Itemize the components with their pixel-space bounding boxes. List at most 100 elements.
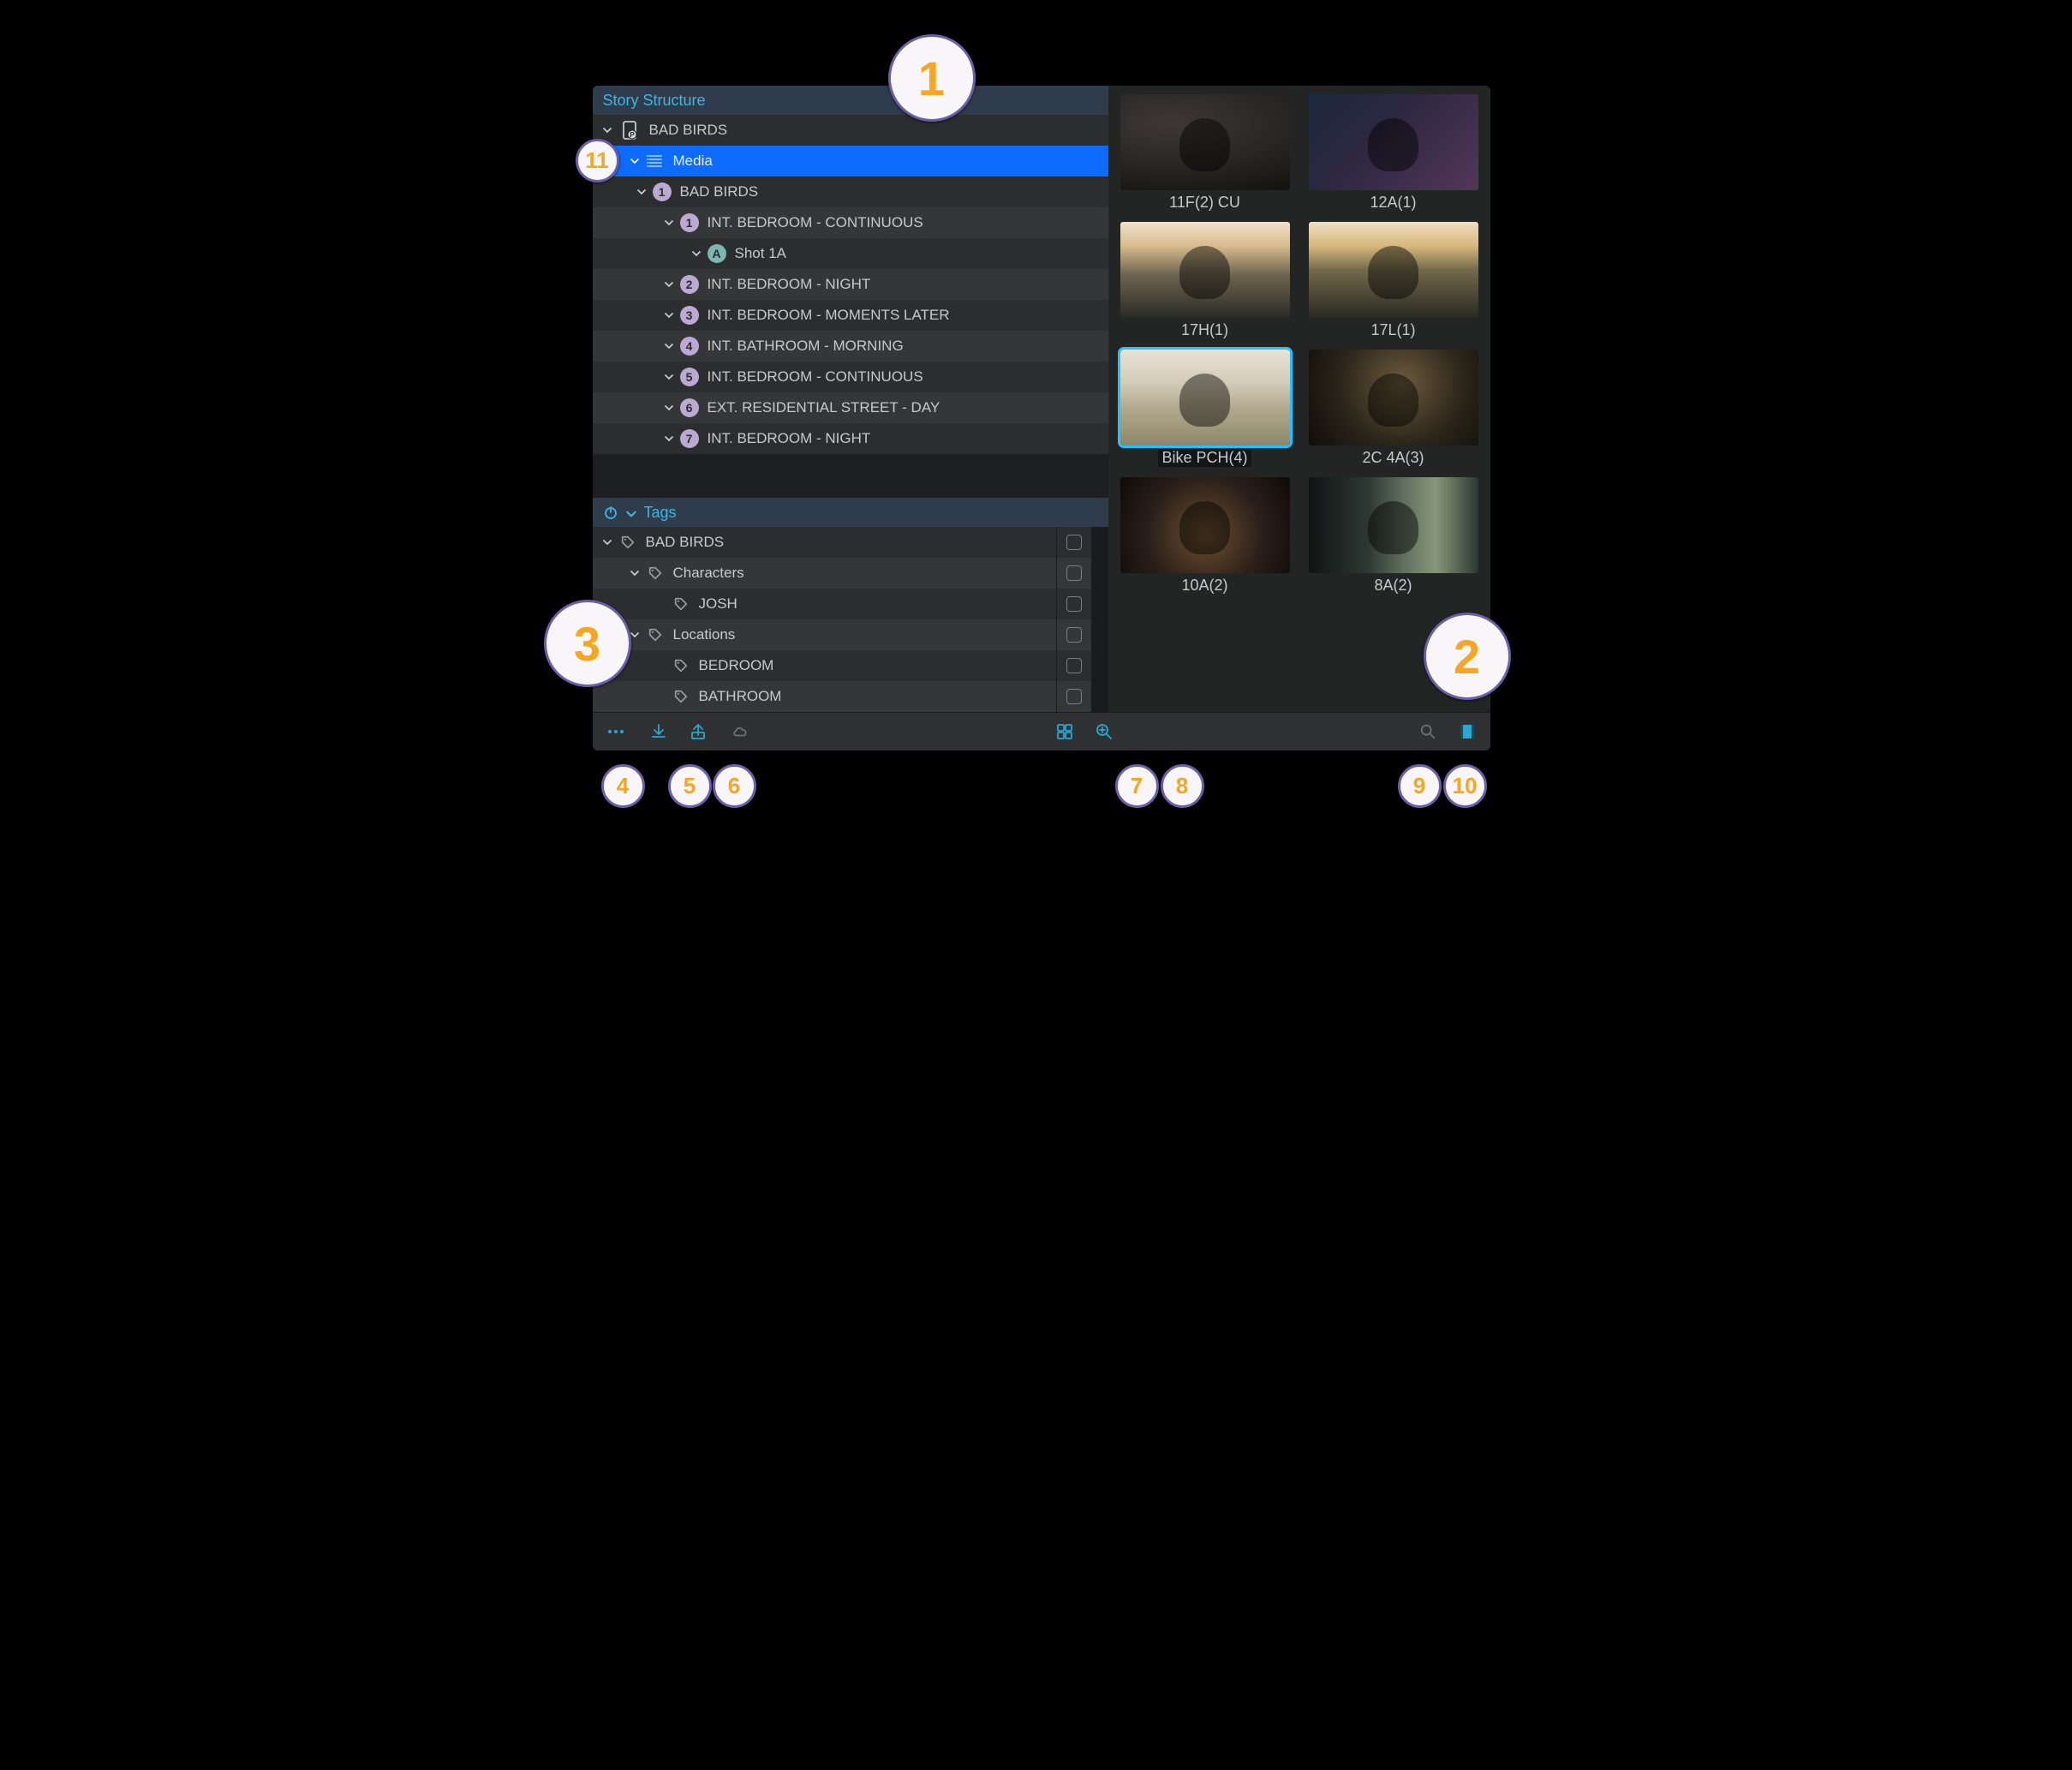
app-window: Story Structure P BAD BIRDS [593, 86, 1490, 750]
filmstrip-button[interactable] [1456, 721, 1478, 743]
tag-icon [646, 564, 665, 583]
tag-checkbox[interactable] [1066, 689, 1082, 704]
chevron-down-icon[interactable] [661, 369, 677, 385]
shot-label: Shot 1A [735, 245, 787, 262]
story-structure-tree: P BAD BIRDS [593, 115, 1108, 454]
shot-badge: A [708, 244, 726, 263]
thumbnail-image [1120, 94, 1290, 190]
scene-badge: 4 [680, 337, 699, 356]
grid-view-button[interactable] [1054, 721, 1076, 743]
callout-marker-4: 4 [601, 764, 645, 808]
thumbnail-item[interactable]: 11F(2) CU [1117, 94, 1293, 212]
thumbnail-name: 2C 4A(3) [1362, 449, 1424, 467]
story-structure-header[interactable]: Story Structure [593, 86, 1108, 115]
thumbnail-image [1309, 222, 1478, 318]
root-label: BAD BIRDS [649, 122, 728, 139]
tree-row-subproject[interactable]: 1 BAD BIRDS [593, 176, 1108, 207]
tags-header[interactable]: Tags [593, 498, 1108, 527]
thumbnail-item[interactable]: 17L(1) [1305, 222, 1482, 339]
thumbnail-item[interactable]: 10A(2) [1117, 477, 1293, 595]
story-structure-pane: Story Structure P BAD BIRDS [593, 86, 1108, 498]
tag-checkbox[interactable] [1066, 596, 1082, 612]
tag-checkbox[interactable] [1066, 565, 1082, 581]
bottom-toolbar [593, 712, 1490, 750]
chevron-down-icon[interactable] [634, 184, 649, 200]
scene-label: INT. BEDROOM - NIGHT [708, 276, 871, 293]
thumbnail-image [1309, 350, 1478, 445]
tag-group-label: Characters [673, 565, 744, 582]
chevron-down-icon[interactable] [627, 153, 642, 169]
zoom-in-button[interactable] [1093, 721, 1115, 743]
tree-row-scene[interactable]: 7 INT. BEDROOM - NIGHT [593, 423, 1108, 454]
chevron-down-icon[interactable] [625, 506, 637, 518]
tree-row-shot[interactable]: A Shot 1A [593, 238, 1108, 269]
tag-checkbox[interactable] [1066, 658, 1082, 673]
thumbnail-image [1120, 222, 1290, 318]
scene-badge: 2 [680, 275, 699, 294]
callout-marker-5: 5 [668, 764, 712, 808]
chevron-down-icon[interactable] [689, 246, 704, 261]
thumbnail-browser: 11F(2) CU 12A(1)17H(1)17L(1) Bike PCH(4) 2C… [1108, 86, 1490, 712]
import-button[interactable] [648, 721, 670, 743]
svg-text:P: P [630, 131, 635, 139]
tag-group-label: Locations [673, 626, 736, 643]
thumbnail-image [1120, 477, 1290, 573]
thumbnail-name: 8A(2) [1374, 577, 1412, 595]
tag-row-root[interactable]: BAD BIRDS [593, 527, 1091, 558]
thumbnail-name: Bike PCH(4) [1158, 449, 1251, 467]
callout-marker-1: 1 [888, 34, 976, 122]
thumbnail-item[interactable]: 17H(1) [1117, 222, 1293, 339]
thumbnail-name: 10A(2) [1181, 577, 1227, 595]
tag-row-group[interactable]: Locations [593, 619, 1091, 650]
tag-row-group[interactable]: Characters [593, 558, 1091, 589]
tag-checkbox[interactable] [1066, 627, 1082, 643]
thumbnail-item[interactable]: 2C 4A(3) [1305, 350, 1482, 467]
chevron-down-icon[interactable] [661, 431, 677, 446]
tag-row-item[interactable]: JOSH [593, 589, 1091, 619]
callout-marker-10: 10 [1443, 764, 1487, 808]
tree-row-scene[interactable]: 2 INT. BEDROOM - NIGHT [593, 269, 1108, 300]
search-button[interactable] [1417, 721, 1439, 743]
tags-pane: Tags BAD BIRDS [593, 498, 1108, 712]
callout-marker-6: 6 [713, 764, 756, 808]
chevron-down-icon[interactable] [600, 123, 615, 138]
more-options-button[interactable] [605, 721, 627, 743]
thumbnail-image [1309, 477, 1478, 573]
tree-row-scene[interactable]: 3 INT. BEDROOM - MOMENTS LATER [593, 300, 1108, 331]
callout-marker-8: 8 [1161, 764, 1204, 808]
scene-badge: 1 [680, 213, 699, 232]
callout-marker-2: 2 [1424, 613, 1511, 700]
chevron-down-icon[interactable] [661, 215, 677, 230]
thumbnail-item[interactable]: 12A(1) [1305, 94, 1482, 212]
thumbnail-name: 11F(2) CU [1169, 194, 1240, 212]
tags-tree: BAD BIRDS Characters [593, 527, 1091, 712]
scene-badge: 6 [680, 398, 699, 417]
tree-row-root[interactable]: P BAD BIRDS [593, 115, 1108, 146]
tree-row-scene[interactable]: 5 INT. BEDROOM - CONTINUOUS [593, 362, 1108, 392]
tag-row-item[interactable]: BATHROOM [593, 681, 1091, 712]
thumbnail-item[interactable]: 8A(2) [1305, 477, 1482, 595]
tags-scrollbar[interactable] [1091, 527, 1108, 712]
power-icon[interactable] [603, 505, 618, 520]
tree-row-scene[interactable]: 1 INT. BEDROOM - CONTINUOUS [593, 207, 1108, 238]
thumbnail-item[interactable]: Bike PCH(4) [1117, 350, 1293, 467]
scene-badge: 5 [680, 368, 699, 386]
cloud-button[interactable] [730, 721, 752, 743]
tag-checkbox[interactable] [1066, 535, 1082, 550]
tag-row-item[interactable]: BEDROOM [593, 650, 1091, 681]
scene-label: EXT. RESIDENTIAL STREET - DAY [708, 399, 940, 416]
chevron-down-icon[interactable] [661, 277, 677, 292]
scene-badge: 7 [680, 429, 699, 448]
project-icon: P [618, 119, 641, 141]
chevron-down-icon[interactable] [627, 565, 642, 581]
export-button[interactable] [687, 721, 709, 743]
chevron-down-icon[interactable] [661, 338, 677, 354]
tree-row-scene[interactable]: 6 EXT. RESIDENTIAL STREET - DAY [593, 392, 1108, 423]
scene-label: INT. BATHROOM - MORNING [708, 338, 904, 355]
chevron-down-icon[interactable] [600, 535, 615, 550]
chevron-down-icon[interactable] [661, 308, 677, 323]
tree-row-media[interactable]: Media [593, 146, 1108, 176]
chevron-down-icon[interactable] [661, 400, 677, 416]
tree-row-scene[interactable]: 4 INT. BATHROOM - MORNING [593, 331, 1108, 362]
tags-title: Tags [644, 504, 677, 522]
